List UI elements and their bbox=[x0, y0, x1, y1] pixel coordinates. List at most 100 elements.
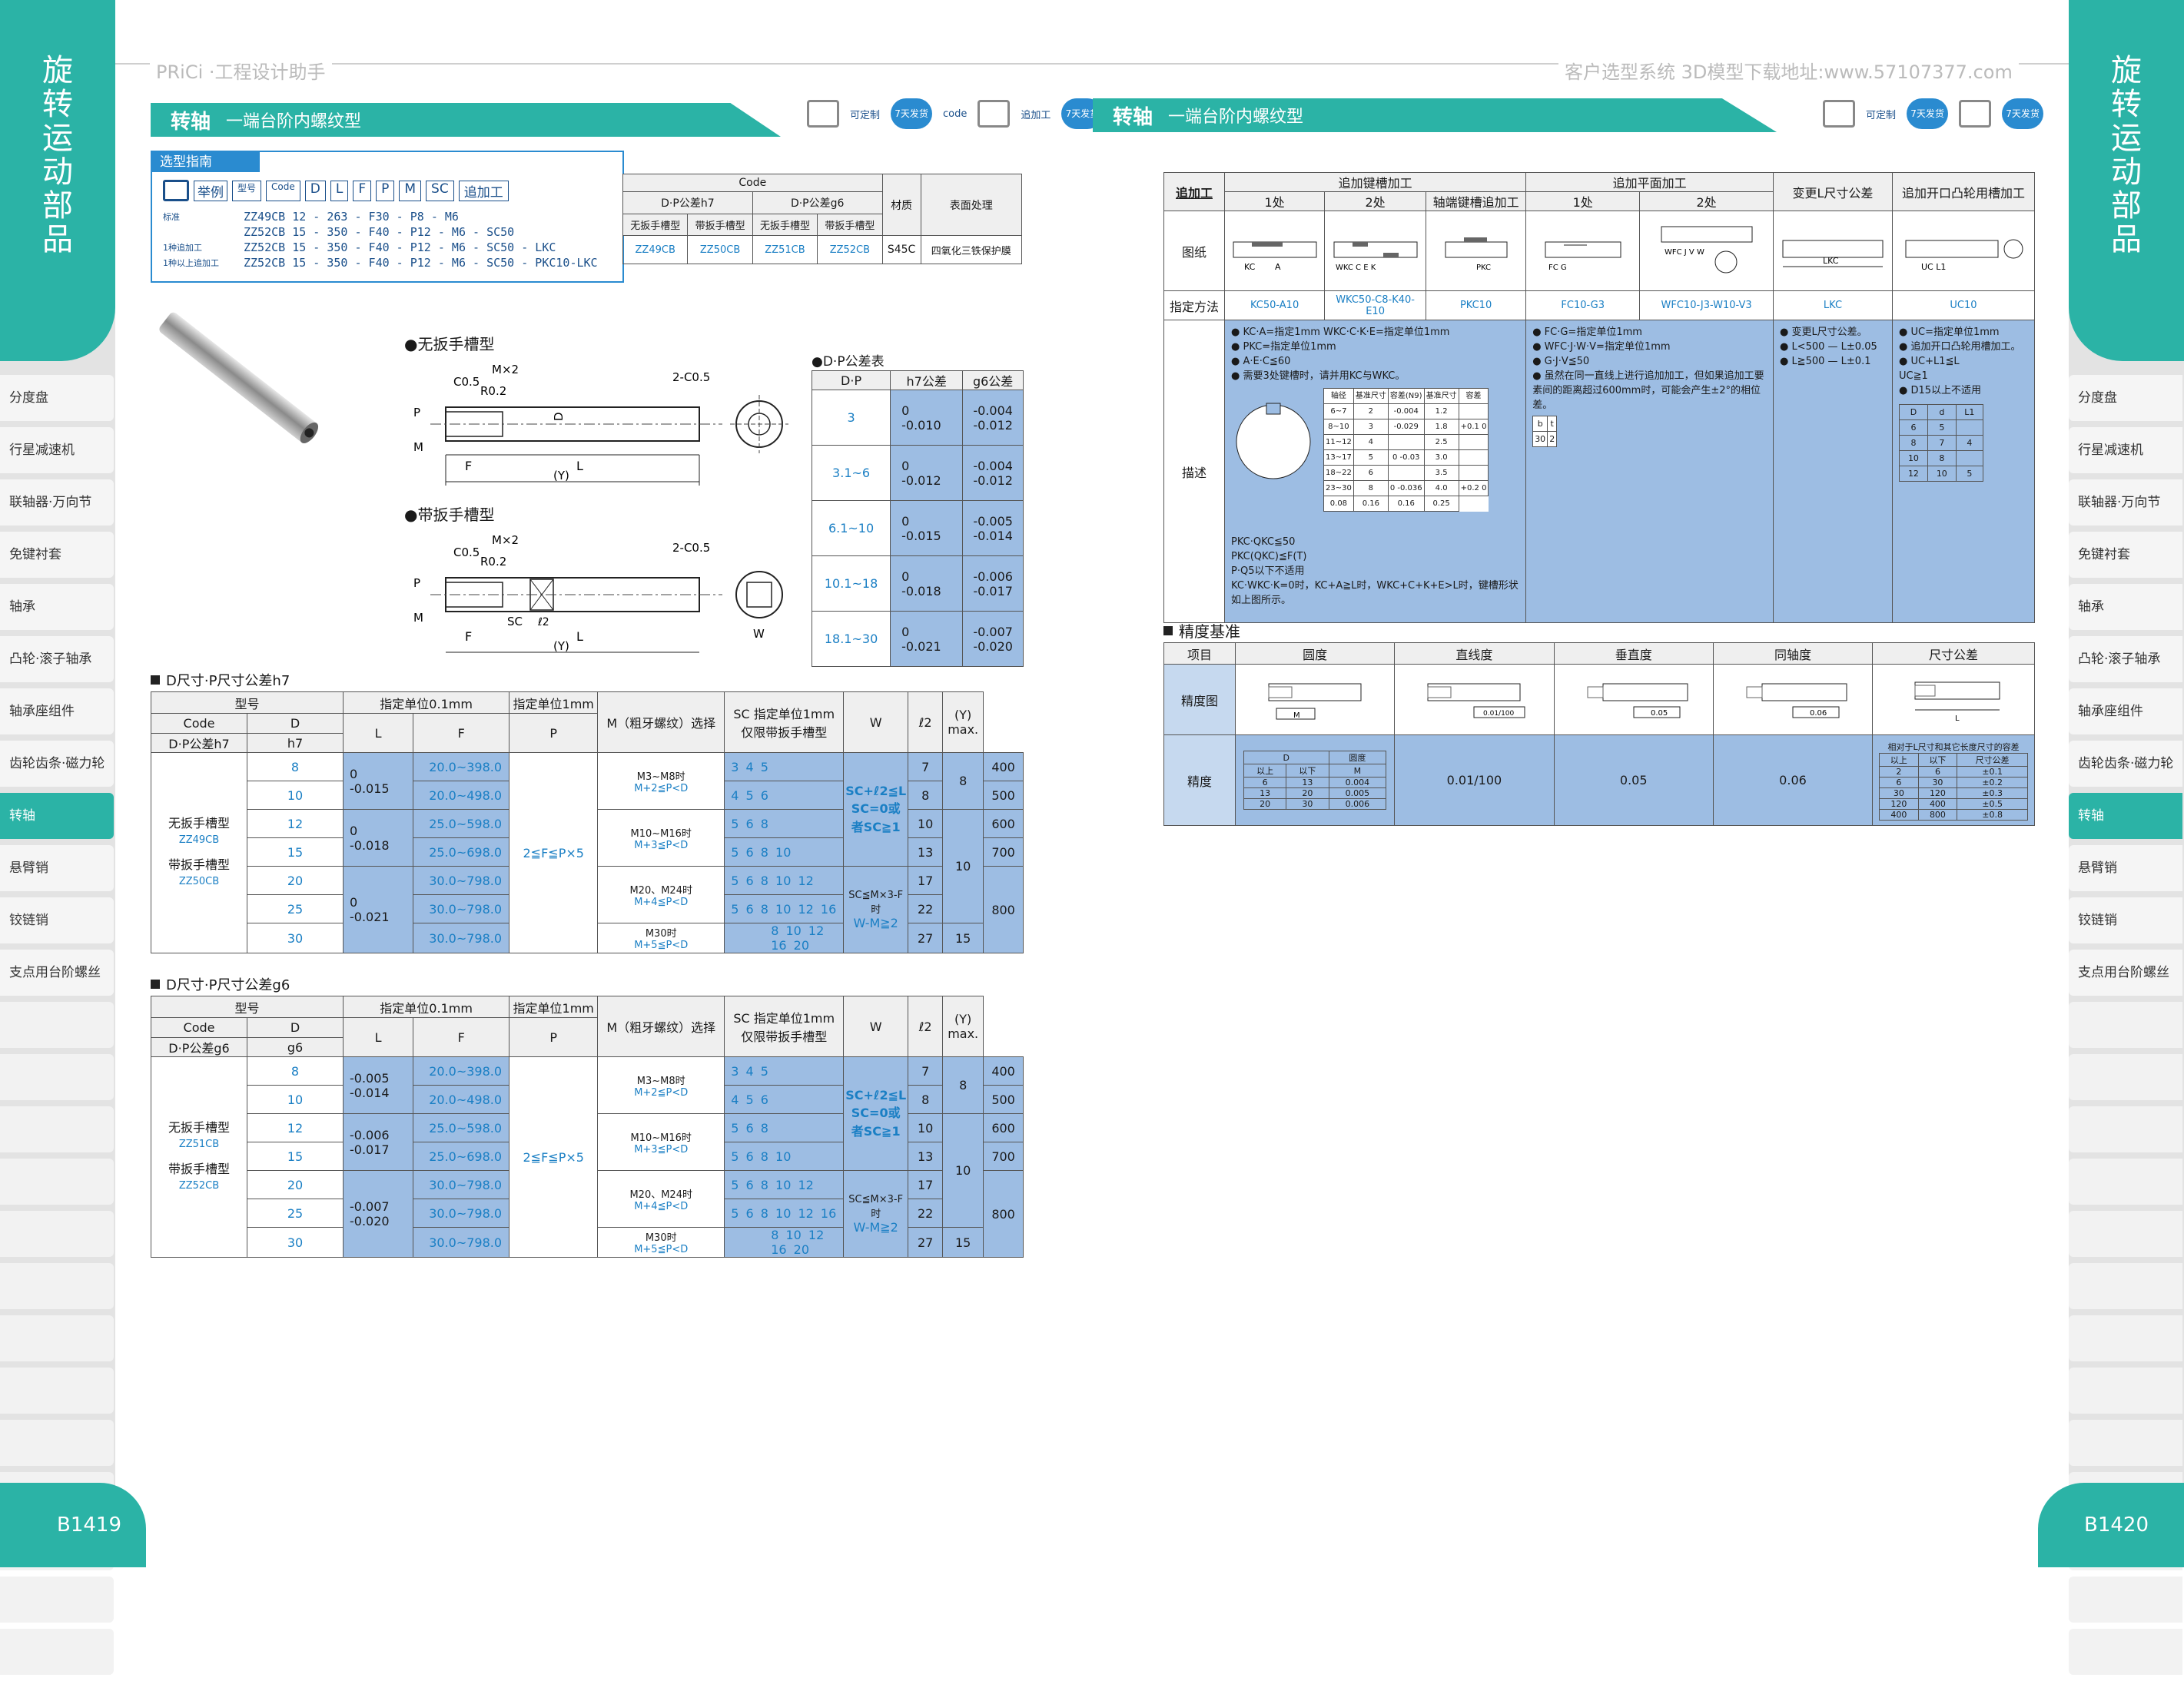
tol-g6-up: -0.005 bbox=[973, 513, 1013, 529]
guide-cell: 追加工 bbox=[458, 180, 509, 201]
precision-table: 项目 圆度 直线度 垂直度 同轴度 尺寸公差 精度图 M 0.01/100 0.05 0.… bbox=[1163, 642, 2035, 826]
prec-perp: 0.05 bbox=[1553, 734, 1714, 826]
h-m: M（粗牙螺纹）选择 bbox=[597, 996, 725, 1057]
drawing-wfc: WFC J V W bbox=[1639, 211, 1774, 291]
nav-blank bbox=[2069, 1577, 2182, 1623]
nav-item-9[interactable]: 悬臂销 bbox=[0, 845, 114, 891]
nav-item-8[interactable]: 转轴 bbox=[0, 793, 114, 839]
spec-p-rule: M+3≦P<D bbox=[634, 839, 689, 851]
spec-types: 无扳手槽型 ZZ51CB 带扳手槽型 ZZ52CB bbox=[151, 1056, 247, 1258]
spec-l: 30.0~798.0 bbox=[413, 1199, 510, 1228]
nav-blank bbox=[2069, 1368, 2182, 1414]
spec-m: 3 4 5 bbox=[724, 752, 845, 781]
row-desc-label: 描述 bbox=[1163, 320, 1225, 623]
material-head: 材质 bbox=[881, 174, 921, 236]
bullet-line: P·Q5以下不适用 bbox=[1231, 565, 1305, 577]
h-l: L bbox=[342, 1017, 414, 1057]
method-fc: FC10-G3 bbox=[1525, 290, 1641, 320]
round-sub-row: 以上 以下 M bbox=[1243, 764, 1387, 778]
nav-item-2[interactable]: 联轴器·万向节 bbox=[0, 479, 114, 526]
sub-1: 1处 bbox=[1223, 191, 1326, 211]
code-b: ZZ50CB bbox=[178, 876, 220, 887]
spec-y: 400 bbox=[983, 1056, 1024, 1086]
nav-item-11[interactable]: 支点用台阶螺丝 bbox=[0, 950, 114, 996]
sc1-b: SC=0或者SC≧1 bbox=[851, 801, 901, 834]
spec-d-val: 20 bbox=[247, 866, 344, 895]
nav-item-7[interactable]: 齿轮齿条·磁力轮 bbox=[0, 741, 114, 787]
guide-cell: F bbox=[353, 180, 372, 201]
nav-item-0[interactable]: 分度盘 bbox=[0, 375, 114, 421]
prec-head: 同轴度 bbox=[1712, 642, 1874, 665]
nav-item-3[interactable]: 免键衬套 bbox=[2069, 532, 2182, 578]
nav-item-1[interactable]: 行星减速机 bbox=[2069, 427, 2182, 473]
guide-cell: L bbox=[330, 180, 349, 201]
nav-item-2[interactable]: 联轴器·万向节 bbox=[2069, 479, 2182, 526]
nav-item-1[interactable]: 行星减速机 bbox=[0, 427, 114, 473]
desc-key-bottom: PKC·QKC≦50 PKC(QKC)≦F(T) P·Q5以下不适用 KC·WKC·K… bbox=[1231, 535, 1519, 608]
spec2-heading: D尺寸·P尺寸公差g6 bbox=[151, 974, 290, 994]
svg-text:SC: SC bbox=[507, 615, 523, 628]
guide-row-text: ZZ52CB 15 - 350 - F40 - P12 - M6 - SC50 … bbox=[244, 256, 598, 270]
h-d: D bbox=[247, 1017, 344, 1038]
spec-d-val: 20 bbox=[247, 1170, 344, 1199]
nav-item-9[interactable]: 悬臂销 bbox=[2069, 845, 2182, 891]
nav-item-3[interactable]: 免键衬套 bbox=[0, 532, 114, 578]
nav-item-10[interactable]: 铰链销 bbox=[0, 897, 114, 943]
round-sub: M bbox=[1328, 764, 1387, 778]
svg-text:M: M bbox=[413, 440, 423, 454]
tol-h7-up: 0 bbox=[901, 569, 910, 584]
drawing-wkc: WKC C E K bbox=[1324, 211, 1427, 291]
dim-cell: 30 bbox=[1917, 776, 1958, 788]
bullet-line: ● KC·A=指定1mm WKC·C·K·E=指定单位1mm bbox=[1231, 327, 1450, 338]
nav-blank bbox=[0, 1629, 114, 1675]
dim-head-row: 以上 以下 尺寸公差 bbox=[1879, 752, 2028, 767]
prec-dim: 相对于L尺寸和其它长度尺寸的容差 以上 以下 尺寸公差 2 6 ±0.1 6 30 ±0.2 30… bbox=[1872, 734, 2035, 826]
days-badge-r: 7天发货 bbox=[1907, 98, 1949, 129]
nav-item-6[interactable]: 轴承座组件 bbox=[2069, 688, 2182, 734]
prec-drawing-round: M bbox=[1234, 664, 1396, 735]
nav-item-10[interactable]: 铰链销 bbox=[2069, 897, 2182, 943]
nav-item-7[interactable]: 齿轮齿条·磁力轮 bbox=[2069, 741, 2182, 787]
svg-text:C0.5: C0.5 bbox=[453, 545, 480, 559]
svg-text:M×2: M×2 bbox=[492, 363, 519, 376]
desc-keyway: ● KC·A=指定1mm WKC·C·K·E=指定单位1mm ● PKC=指定单位… bbox=[1223, 320, 1527, 623]
precision-title: 精度基准 bbox=[1179, 622, 1240, 641]
days-badge: 7天发货 bbox=[891, 98, 933, 129]
dim-cell: 400 bbox=[1917, 797, 1958, 810]
key-cell bbox=[1387, 465, 1425, 481]
wrench-icon-r bbox=[1823, 100, 1855, 128]
nav-item-4[interactable]: 轴承 bbox=[2069, 584, 2182, 630]
prec-head: 垂直度 bbox=[1553, 642, 1714, 665]
spec-head-1: 型号 指定单位0.1mm 指定单位1mm M（粗牙螺纹）选择 SC 指定单位1mm 仅限… bbox=[151, 996, 1024, 1057]
nav-blank bbox=[2069, 1211, 2182, 1257]
nav-item-6[interactable]: 轴承座组件 bbox=[0, 688, 114, 734]
nav-item-11[interactable]: 支点用台阶螺丝 bbox=[2069, 950, 2182, 996]
spec-w: 10 bbox=[908, 809, 944, 838]
nav-item-0[interactable]: 分度盘 bbox=[2069, 375, 2182, 421]
method-pkc: PKC10 bbox=[1426, 290, 1527, 320]
spec-l: 25.0~698.0 bbox=[413, 837, 510, 867]
dim-cell: ±0.8 bbox=[1957, 808, 2028, 821]
nav-item-8[interactable]: 转轴 bbox=[2069, 793, 2182, 839]
nav-item-5[interactable]: 凸轮·滚子轴承 bbox=[0, 636, 114, 682]
key-cell: 2 bbox=[1353, 403, 1389, 419]
drawing-kc: KC A bbox=[1223, 211, 1326, 291]
mt-code: ZZ51CB bbox=[752, 235, 818, 264]
tol-g6-lo: -0.014 bbox=[973, 528, 1013, 543]
h-l-unit: 指定单位0.1mm bbox=[342, 996, 510, 1018]
spec-m: 5 6 8 10 12 16 bbox=[724, 1199, 845, 1228]
nav-blank bbox=[2069, 1263, 2182, 1309]
guide-row-text: ZZ52CB 15 - 350 - F40 - P12 - M6 - SC50 bbox=[244, 225, 515, 239]
right-side-rail: 旋转运动部品 分度盘 行星减速机 联轴器·万向节 免键衬套 轴承 凸轮·滚子轴承 轴承座组件… bbox=[2038, 0, 2184, 1675]
spec-tol: 0 -0.021 bbox=[342, 866, 414, 953]
nav-item-4[interactable]: 轴承 bbox=[0, 584, 114, 630]
key-extra: 0.16 bbox=[1387, 496, 1425, 512]
spec-l: 25.0~698.0 bbox=[413, 1142, 510, 1171]
guide-cell: 型号 bbox=[232, 180, 262, 201]
tol-h7: 0 -0.018 bbox=[890, 555, 964, 612]
spec-p: M20、M24时 M+4≦P<D bbox=[597, 1170, 725, 1228]
h7-head: D·P公差h7 bbox=[622, 191, 753, 215]
round-cell: 0.005 bbox=[1328, 787, 1387, 799]
nav-blank bbox=[2069, 1106, 2182, 1152]
nav-item-5[interactable]: 凸轮·滚子轴承 bbox=[2069, 636, 2182, 682]
